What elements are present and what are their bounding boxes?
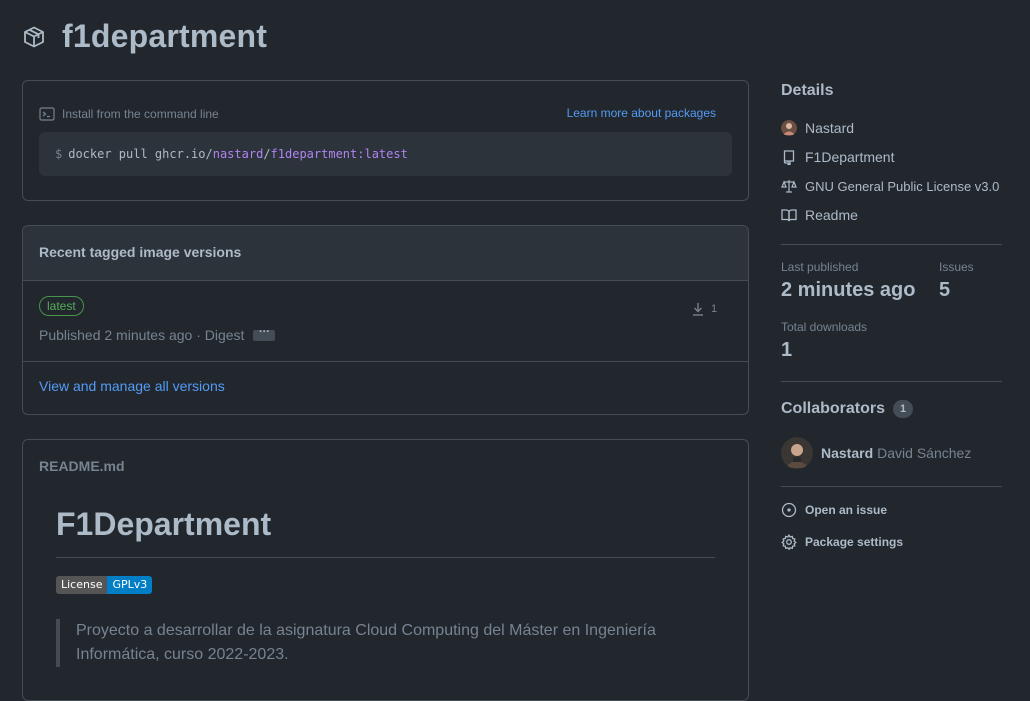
download-icon	[693, 303, 703, 316]
cmd-owner: nastard	[212, 147, 264, 161]
detail-license-label: GNU General Public License v3.0	[805, 178, 1000, 194]
package-icon	[24, 26, 44, 47]
learn-more-link[interactable]: Learn more about packages	[567, 106, 716, 120]
collaborator-name: David Sánchez	[877, 445, 972, 461]
total-downloads-label: Total downloads	[781, 320, 868, 334]
total-downloads-value: 1	[781, 339, 793, 361]
collaborators-heading: Collaborators 1	[781, 400, 914, 418]
terminal-icon	[39, 107, 55, 121]
install-command[interactable]: $ docker pull ghcr.io/nastard/f1departmen…	[39, 132, 732, 176]
open-issue-label: Open an issue	[805, 503, 888, 517]
cmd-base: docker pull ghcr.io/	[68, 147, 213, 161]
version-row: latest Published 2 minutes ago · Digest …	[23, 281, 748, 362]
package-settings-link[interactable]: Package settings	[781, 534, 903, 550]
user-avatar-icon	[781, 120, 797, 136]
gear-icon	[781, 534, 797, 550]
readme-quote: Proyecto a desarrollar de la asignatura …	[56, 619, 716, 667]
package-settings-label: Package settings	[805, 535, 904, 549]
install-label: Install from the command line	[62, 107, 219, 121]
version-downloads: 1	[691, 301, 717, 317]
badge-value: GPLv3	[107, 576, 153, 594]
readme-heading: F1Department	[56, 506, 715, 558]
divider	[781, 244, 1002, 245]
law-icon	[781, 178, 797, 194]
collaborator-item[interactable]: Nastard David Sánchez	[781, 437, 971, 469]
book-icon	[781, 207, 797, 223]
detail-repo-label: F1Department	[805, 149, 895, 165]
page-header: f1department	[22, 18, 267, 55]
details-heading: Details	[781, 82, 834, 99]
open-issue-link[interactable]: Open an issue	[781, 502, 887, 518]
versions-heading: Recent tagged image versions	[23, 226, 748, 281]
repo-icon	[781, 149, 797, 165]
collaborators-title: Collaborators	[781, 400, 886, 418]
last-published-value: 2 minutes ago	[781, 279, 916, 301]
readme-box: README.md F1Department License GPLv3 Pro…	[22, 439, 749, 701]
divider	[781, 381, 1002, 382]
collaborator-avatar[interactable]	[781, 437, 813, 469]
page-title: f1department	[62, 18, 268, 54]
issues-value[interactable]: 5	[939, 279, 950, 302]
detail-owner-label: Nastard	[805, 120, 855, 136]
install-box: Install from the command line Learn more…	[22, 80, 749, 201]
detail-readme[interactable]: Readme	[781, 207, 858, 223]
detail-readme-label: Readme	[805, 207, 858, 223]
license-badge[interactable]: License GPLv3	[56, 576, 153, 594]
version-download-count: 1	[711, 303, 718, 315]
badge-label: License	[56, 576, 108, 594]
last-published-label: Last published	[781, 260, 859, 274]
collaborator-login: Nastard	[821, 445, 874, 461]
version-published-text: Published 2 minutes ago · Digest	[39, 327, 245, 343]
digest-expand-button[interactable]: ···	[253, 326, 276, 341]
detail-license[interactable]: GNU General Public License v3.0	[781, 178, 999, 194]
view-all-versions-link[interactable]: View and manage all versions	[39, 378, 225, 394]
version-tag[interactable]: latest	[39, 296, 84, 316]
readme-filename: README.md	[39, 458, 125, 474]
divider	[781, 486, 1002, 487]
issues-label: Issues	[939, 260, 974, 274]
detail-owner[interactable]: Nastard	[781, 120, 854, 136]
cmd-sep: /	[263, 147, 271, 161]
collaborators-count: 1	[893, 400, 914, 418]
issue-opened-icon	[781, 502, 797, 518]
detail-repo[interactable]: F1Department	[781, 149, 894, 165]
prompt-symbol: $	[55, 147, 63, 161]
install-header: Install from the command line	[39, 106, 219, 122]
version-published: Published 2 minutes ago · Digest ···	[39, 326, 276, 343]
cmd-image: f1department:latest	[270, 147, 408, 161]
